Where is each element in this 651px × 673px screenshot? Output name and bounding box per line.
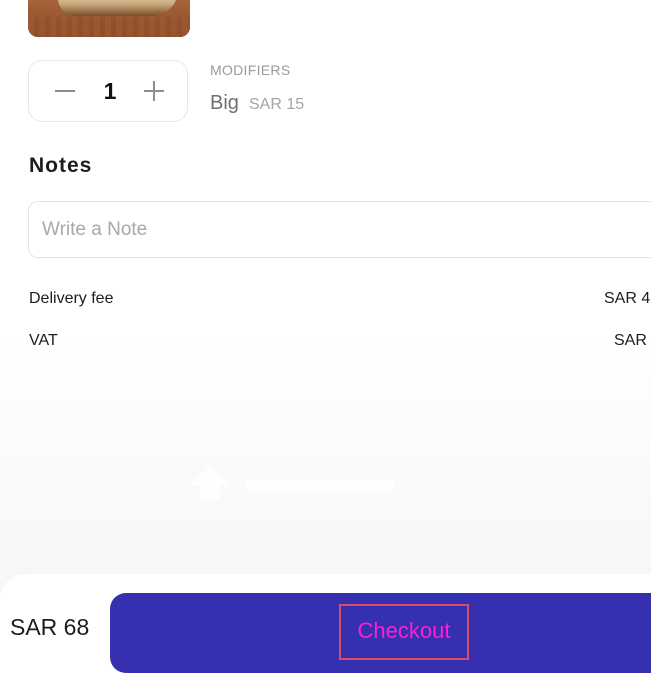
product-image: [28, 0, 190, 37]
increase-quantity-button[interactable]: [138, 75, 170, 107]
vat-value: SAR: [614, 332, 647, 349]
wood-board-shape: [28, 17, 190, 37]
order-total: SAR 68: [10, 614, 90, 640]
modifier-name: Big: [210, 92, 239, 114]
modifiers-label: MODIFIERS: [210, 62, 291, 78]
quantity-stepper: 1: [28, 60, 188, 122]
plus-icon: [144, 81, 164, 101]
shawarma-wrap-shape: [58, 0, 178, 16]
vat-label: VAT: [29, 332, 58, 349]
note-input[interactable]: [28, 201, 651, 258]
notes-title: Notes: [29, 154, 93, 177]
modifier-price: SAR 15: [249, 96, 305, 113]
checkout-button-label[interactable]: Checkout: [339, 604, 469, 660]
delivery-fee-label: Delivery fee: [29, 290, 114, 307]
quantity-value: 1: [103, 78, 117, 104]
minus-icon: [55, 90, 75, 92]
delivery-fee-value: SAR 4: [604, 290, 651, 307]
brand-logo-watermark: [190, 465, 395, 499]
decrease-quantity-button[interactable]: [49, 75, 81, 107]
